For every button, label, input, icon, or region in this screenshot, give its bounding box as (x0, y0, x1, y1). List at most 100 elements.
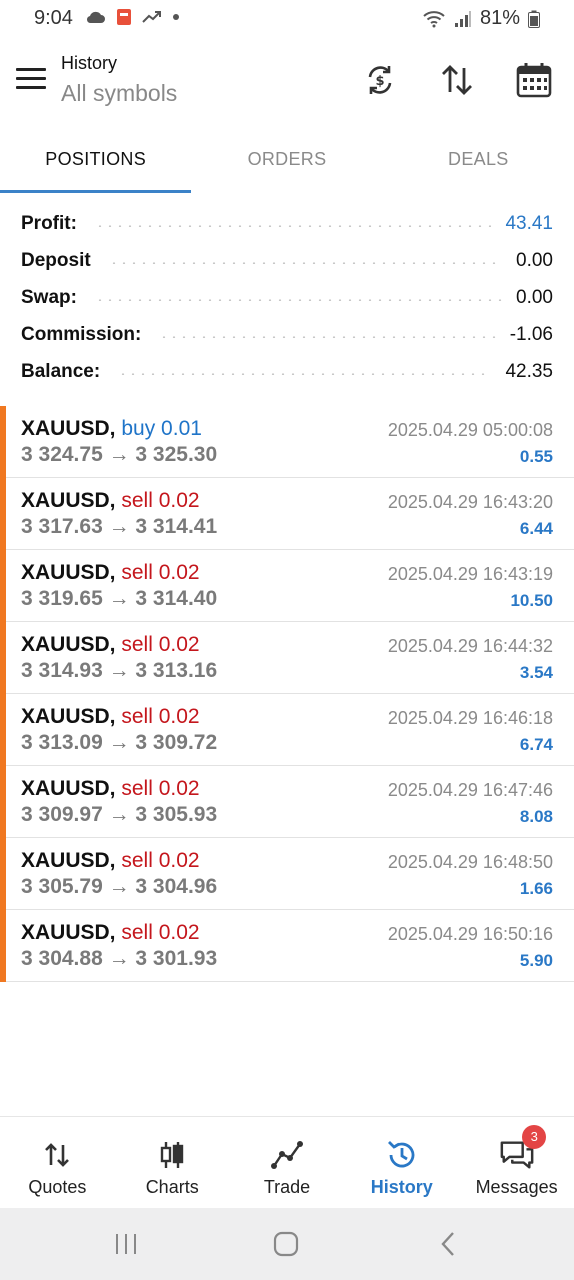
tab-orders[interactable]: ORDERS (191, 130, 382, 193)
position-direction: sell 0.02 (121, 921, 200, 944)
calendar-icon[interactable] (512, 58, 556, 102)
dot-leader (94, 298, 503, 301)
wifi-icon (423, 10, 445, 27)
status-time: 9:04 (34, 7, 73, 29)
account-summary: Profit: 43.41 Deposit 0.00 Swap: 0.00 Co… (0, 205, 574, 390)
nav-label: History (370, 1177, 433, 1197)
position-time: 2025.04.29 05:00:08 (387, 420, 553, 440)
position-prices: 3 309.97 → 3 305.93 (21, 803, 218, 826)
history-tabs: POSITIONS ORDERS DEALS (0, 130, 574, 193)
trade-line-icon (269, 1137, 305, 1173)
summary-label: Swap: (21, 286, 77, 308)
position-time: 2025.04.29 16:48:50 (387, 852, 553, 872)
position-symbol: XAUUSD, sell 0.02 (21, 849, 200, 872)
home-icon[interactable] (266, 1228, 306, 1260)
summary-value: 0.00 (516, 249, 553, 271)
position-direction: sell 0.02 (121, 561, 200, 584)
position-profit: 1.66 (519, 879, 553, 898)
position-profit: 10.50 (510, 591, 553, 610)
position-prices: 3 317.63 → 3 314.41 (21, 515, 218, 538)
app-header: History All symbols $ (0, 38, 574, 130)
back-icon[interactable] (428, 1228, 468, 1260)
message-count-badge: 3 (522, 1125, 547, 1149)
position-direction: buy 0.01 (121, 417, 202, 440)
quotes-arrows-icon (39, 1137, 75, 1173)
position-profit: 6.44 (519, 519, 553, 538)
status-bar: 9:04 81% (0, 0, 574, 38)
position-direction: sell 0.02 (121, 705, 200, 728)
position-row[interactable]: XAUUSD, sell 0.02 3 317.63 → 3 314.41 20… (0, 478, 574, 550)
nav-label: Messages (475, 1177, 558, 1197)
summary-value: 0.00 (516, 286, 553, 308)
nav-trade[interactable]: Trade (230, 1117, 345, 1208)
position-prices: 3 314.93 → 3 313.16 (21, 659, 218, 682)
position-time: 2025.04.29 16:47:46 (387, 780, 553, 800)
summary-row-deposit: Deposit 0.00 (0, 242, 574, 279)
position-time: 2025.04.29 16:46:18 (387, 708, 553, 728)
position-prices: 3 313.09 → 3 309.72 (21, 731, 218, 754)
sort-icon[interactable] (435, 58, 479, 102)
tab-deals[interactable]: DEALS (383, 130, 574, 193)
position-profit: 8.08 (519, 807, 553, 826)
position-symbol: XAUUSD, sell 0.02 (21, 705, 200, 728)
dot-leader (108, 261, 503, 264)
summary-label: Balance: (21, 360, 101, 382)
trend-icon (142, 11, 161, 23)
position-profit: 5.90 (519, 951, 553, 970)
pay-notification-icon (117, 9, 131, 25)
position-row[interactable]: XAUUSD, sell 0.02 3 304.88 → 3 301.93 20… (0, 910, 574, 982)
summary-value: -1.06 (509, 323, 553, 345)
position-time: 2025.04.29 16:43:20 (387, 492, 553, 512)
bottom-navigation: Quotes Charts Trade History 3 Messages (0, 1116, 574, 1208)
position-row[interactable]: XAUUSD, sell 0.02 3 305.79 → 3 304.96 20… (0, 838, 574, 910)
signal-icon (454, 10, 471, 27)
position-direction: sell 0.02 (121, 849, 200, 872)
hamburger-menu-icon[interactable] (16, 68, 46, 90)
position-row[interactable]: XAUUSD, sell 0.02 3 309.97 → 3 305.93 20… (0, 766, 574, 838)
nav-charts[interactable]: Charts (115, 1117, 230, 1208)
nav-messages[interactable]: 3 Messages (459, 1117, 574, 1208)
position-row[interactable]: XAUUSD, sell 0.02 3 313.09 → 3 309.72 20… (0, 694, 574, 766)
cloud-icon (86, 11, 105, 24)
status-system-icons: 81% (422, 7, 540, 30)
position-symbol: XAUUSD, sell 0.02 (21, 489, 200, 512)
position-prices: 3 319.65 → 3 314.40 (21, 587, 218, 610)
position-row[interactable]: XAUUSD, sell 0.02 3 314.93 → 3 313.16 20… (0, 622, 574, 694)
position-profit: 6.74 (519, 735, 553, 754)
dot-leader (118, 372, 492, 375)
position-time: 2025.04.29 16:44:32 (387, 636, 553, 656)
system-navigation-bar (0, 1208, 574, 1280)
summary-label: Profit: (21, 212, 77, 234)
dot-leader (94, 224, 492, 227)
position-time: 2025.04.29 16:43:19 (387, 564, 553, 584)
history-clock-icon (384, 1137, 420, 1173)
position-time: 2025.04.29 16:50:16 (387, 924, 553, 944)
nav-label: Quotes (28, 1177, 87, 1197)
symbol-filter[interactable]: All symbols (61, 80, 177, 107)
position-prices: 3 304.88 → 3 301.93 (21, 947, 218, 970)
summary-value: 42.35 (505, 360, 553, 382)
sync-currency-icon[interactable]: $ (358, 58, 402, 102)
nav-quotes[interactable]: Quotes (0, 1117, 115, 1208)
position-row[interactable]: XAUUSD, buy 0.01 3 324.75 → 3 325.30 202… (0, 406, 574, 478)
position-symbol: XAUUSD, sell 0.02 (21, 561, 200, 584)
candlestick-icon (154, 1137, 190, 1173)
position-prices: 3 305.79 → 3 304.96 (21, 875, 218, 898)
battery-percent: 81% (479, 7, 520, 29)
nav-history[interactable]: History (344, 1117, 459, 1208)
page-title: History (61, 53, 118, 73)
position-symbol: XAUUSD, sell 0.02 (21, 633, 200, 656)
position-prices: 3 324.75 → 3 325.30 (21, 443, 218, 466)
svg-text:$: $ (375, 74, 384, 89)
summary-row-profit: Profit: 43.41 (0, 205, 574, 242)
position-row[interactable]: XAUUSD, sell 0.02 3 319.65 → 3 314.40 20… (0, 550, 574, 622)
position-direction: sell 0.02 (121, 777, 200, 800)
recent-apps-icon[interactable] (106, 1228, 146, 1260)
position-symbol: XAUUSD, buy 0.01 (21, 417, 202, 440)
summary-label: Deposit (21, 249, 91, 271)
tab-positions[interactable]: POSITIONS (0, 130, 192, 193)
summary-row-commission: Commission: -1.06 (0, 316, 574, 353)
positions-list: XAUUSD, buy 0.01 3 324.75 → 3 325.30 202… (0, 406, 574, 982)
summary-row-balance: Balance: 42.35 (0, 353, 574, 390)
position-direction: sell 0.02 (121, 633, 200, 656)
